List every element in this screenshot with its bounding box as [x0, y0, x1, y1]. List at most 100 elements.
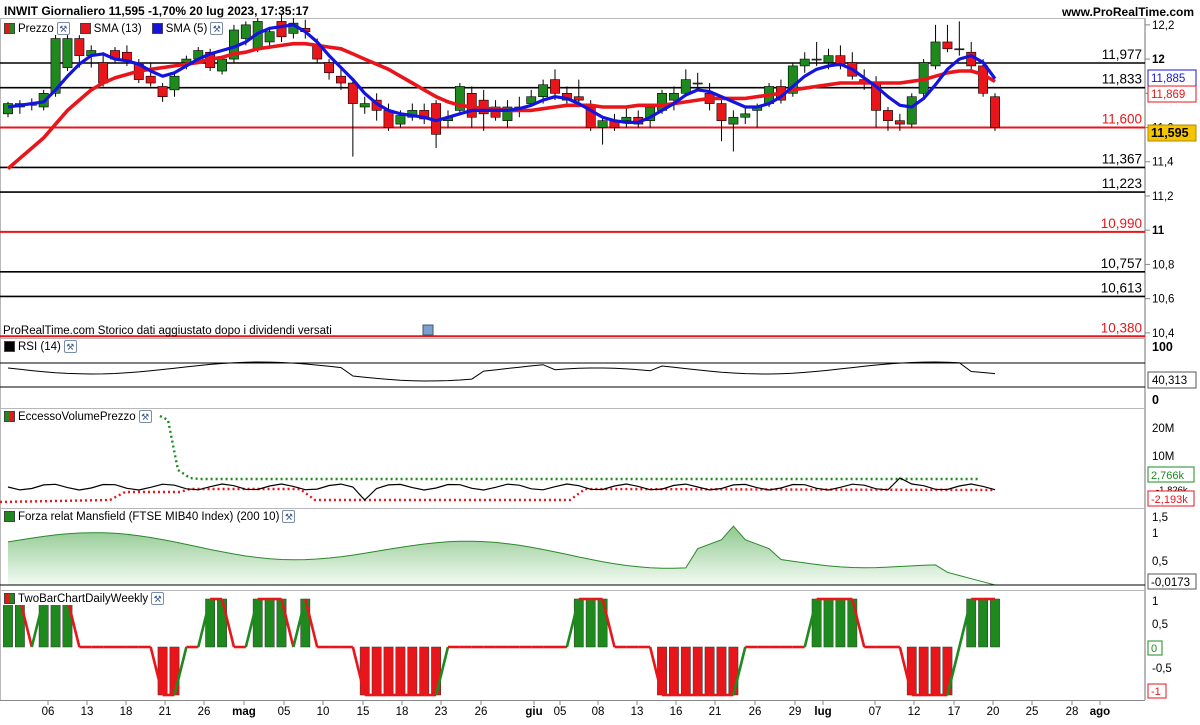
twobar-down-bar: [930, 646, 941, 696]
candle-body: [597, 120, 608, 128]
wrench-icon[interactable]: ⚒: [63, 340, 77, 353]
rsi-panel-frame: [0, 338, 1145, 409]
twobar-tick-label: 1: [1152, 596, 1158, 608]
candle-body: [716, 103, 727, 121]
rsi-value-text: 40,313: [1152, 375, 1187, 387]
candle-body: [823, 55, 834, 63]
twobar-label: TwoBarChartDailyWeekly: [18, 592, 149, 605]
x-tick-label: 17: [948, 706, 961, 718]
twobar-up-bar: [62, 598, 73, 648]
sma13-swatch-icon: [79, 23, 91, 34]
level-label: 10,380: [1101, 320, 1142, 335]
evp-red-line: [0, 487, 996, 504]
price-tick-label: 10,8: [1152, 259, 1174, 271]
evp-swatch-icon: [4, 411, 15, 422]
legend-sma5[interactable]: SMA (5) ⚒: [149, 22, 226, 35]
candle-body: [347, 82, 358, 104]
twobar-up-bar: [50, 598, 61, 648]
x-tick-label: 28: [1066, 706, 1079, 718]
twobar-up-bar: [847, 598, 858, 648]
mansfield-tick-label: 0,5: [1152, 556, 1168, 568]
price-tick-label: 12,2: [1152, 20, 1174, 32]
x-tick-label: 29: [789, 706, 802, 718]
price-tick-label: 11: [1152, 225, 1165, 237]
twobar-up-bar: [966, 598, 977, 648]
twobar-down-bar: [383, 646, 394, 696]
x-tick-label: ago: [1090, 706, 1110, 718]
candle-body: [930, 41, 941, 67]
legend-sma13[interactable]: SMA (13): [77, 22, 144, 35]
twobar-tick-label: 0,5: [1152, 619, 1168, 631]
x-tick-label: 25: [1026, 706, 1039, 718]
history-note: ProRealTime.com Storico dati aggiustato …: [3, 325, 332, 337]
twobar-down-bar: [407, 646, 418, 696]
twobar-up-bar: [835, 598, 846, 648]
twobar-up-bar: [38, 598, 49, 648]
rsi-swatch-icon: [4, 341, 15, 352]
candle-body: [906, 96, 917, 125]
candle-body: [538, 84, 549, 98]
candle-body: [621, 116, 632, 121]
twobar-legend[interactable]: TwoBarChartDailyWeekly ⚒: [2, 592, 167, 605]
level-label: 11,367: [1102, 151, 1142, 166]
price-last-badge-text: 11,595: [1151, 126, 1189, 140]
level-label: 10,757: [1101, 256, 1142, 271]
sma5-last-badge-text: 11,885: [1151, 73, 1185, 85]
chart-canvas: 12,21211,811,611,411,21110,810,610,411,9…: [0, 14, 1197, 718]
twobar-down-bar: [395, 646, 406, 696]
x-tick-label: 10: [317, 706, 330, 718]
candle-body: [550, 79, 560, 94]
sma5-swatch-icon: [151, 23, 163, 34]
evp-tick-label: 20M: [1152, 423, 1174, 435]
twobar-down-bar: [657, 646, 667, 696]
legend-prezzo[interactable]: Prezzo ⚒: [2, 22, 72, 35]
twobar-down-bar: [906, 646, 917, 696]
twobar-down-bar: [918, 646, 929, 696]
twobar-up-bar: [252, 598, 263, 648]
twobar-down-bar: [942, 646, 953, 696]
wrench-icon[interactable]: ⚒: [151, 592, 165, 605]
wrench-icon[interactable]: ⚒: [282, 510, 296, 523]
candle-body: [942, 41, 953, 50]
evp-tick-label: 10M: [1152, 451, 1174, 463]
x-tick-label: 05: [278, 706, 291, 718]
x-tick-label: 21: [159, 706, 172, 718]
candle-body: [336, 75, 346, 84]
candle-body: [680, 79, 691, 94]
mansfield-swatch-icon: [4, 511, 15, 522]
twobar-down-bar: [692, 646, 703, 696]
level-label: 11,833: [1102, 72, 1142, 87]
candle-body: [740, 113, 751, 118]
candle-body: [990, 96, 1000, 128]
x-tick-label: 13: [631, 706, 644, 718]
twobar-down-bar: [431, 646, 441, 696]
legend-sma5-label: SMA (5): [165, 22, 208, 35]
twobar-up-bar: [811, 598, 822, 648]
x-tick-label: 23: [435, 706, 448, 718]
candle-body: [145, 75, 156, 84]
x-tick-label: 07: [869, 706, 882, 718]
twobar-down-bar: [419, 646, 430, 696]
twobar-up-bar: [205, 598, 216, 648]
wrench-icon[interactable]: ⚒: [138, 410, 152, 423]
mansfield-tick-label: 1,5: [1152, 512, 1168, 524]
evp-legend[interactable]: EccessoVolumePrezzo ⚒: [2, 410, 154, 423]
sma13-last-badge-text: 11,869: [1151, 89, 1185, 101]
mansfield-legend[interactable]: Forza relat Mansfield (FTSE MIB40 Index)…: [2, 510, 298, 523]
candle-body: [692, 82, 703, 85]
chart-title: INWIT Giornaliero 11,595 -1,70% 20 lug 2…: [4, 4, 309, 18]
twobar-up-bar: [585, 598, 596, 648]
candle-body: [324, 62, 335, 74]
candle-body: [668, 92, 679, 101]
price-tick-label: 11,4: [1152, 157, 1174, 169]
rsi-legend[interactable]: RSI (14) ⚒: [2, 340, 79, 353]
x-tick-label: 05: [554, 706, 567, 718]
twobar-minus-text: -1: [1151, 686, 1161, 698]
calendar-icon: [422, 324, 434, 336]
rsi-line: [7, 361, 996, 382]
candle-body: [728, 116, 739, 125]
twobar-up-bar: [597, 598, 608, 648]
candle-body: [395, 115, 406, 125]
wrench-icon[interactable]: ⚒: [210, 22, 224, 35]
wrench-icon[interactable]: ⚒: [56, 22, 70, 35]
